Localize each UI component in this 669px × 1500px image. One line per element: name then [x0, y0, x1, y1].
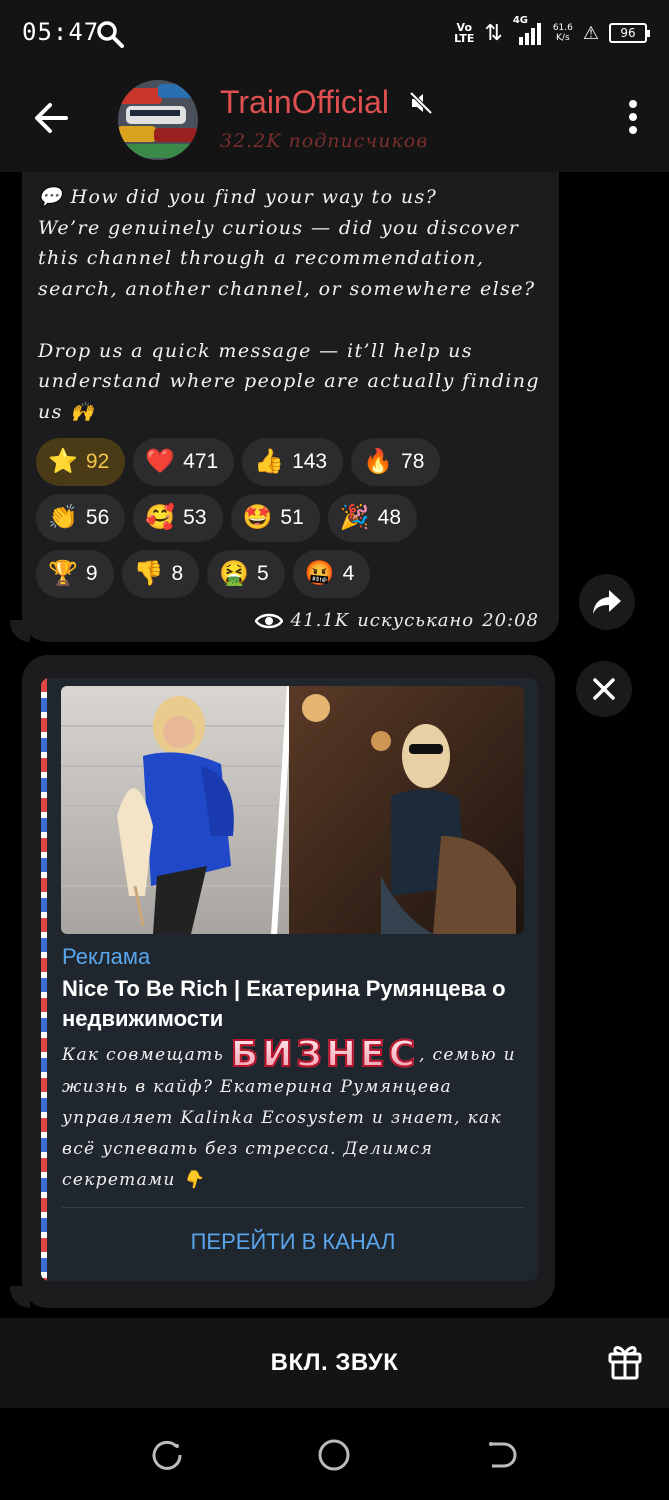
- search-icon: [97, 21, 124, 48]
- chat-header: TrainOfficial 32.2K подписчиков: [0, 66, 669, 172]
- subscriber-count: 32.2K подписчиков: [220, 130, 429, 152]
- gift-icon[interactable]: [607, 1342, 643, 1380]
- close-icon: [593, 678, 615, 700]
- airmail-stripe: [41, 678, 47, 1281]
- reaction-fire[interactable]: 🔥 78: [351, 438, 441, 486]
- reaction-count: 5: [257, 562, 269, 585]
- fire-icon: 🔥: [363, 448, 394, 475]
- speaker-muted-icon: [409, 91, 433, 115]
- volte-indicator: Vo LTE: [454, 21, 475, 45]
- star-icon: ⭐: [48, 448, 78, 475]
- reaction-cursing[interactable]: 🤬 4: [292, 550, 371, 598]
- post-time: 20:08: [482, 610, 539, 631]
- battery-icon: 96: [609, 23, 650, 43]
- eye-icon: [254, 613, 283, 628]
- reaction-count: 4: [342, 562, 355, 585]
- channel-title[interactable]: TrainOfficial: [220, 84, 389, 121]
- cursing-face-icon: 🤬: [304, 560, 335, 587]
- vomiting-face-icon: 🤮: [219, 560, 250, 587]
- ad-photo-collage: [61, 686, 524, 934]
- train-collage-image: [118, 80, 198, 160]
- reaction-count: 53: [183, 506, 207, 529]
- ad-body: Как совмещать БИЗНЕС, семью и жизнь в ка…: [62, 1034, 516, 1191]
- reaction-heart[interactable]: ❤️ 471: [133, 438, 235, 486]
- channel-post[interactable]: 💬 How did you find your way to us? We’re…: [22, 172, 559, 642]
- reaction-trophy[interactable]: 🏆 9: [36, 550, 114, 598]
- alert-icon: ⚠: [582, 22, 599, 44]
- reactions-row: ⭐ 92 ❤️ 471 👍 143 🔥 78: [36, 438, 556, 486]
- reaction-count: 9: [85, 562, 98, 585]
- arrow-left-icon: [35, 103, 68, 133]
- bottom-bar: ВКЛ. ЗВУК: [0, 1318, 669, 1408]
- reaction-count: 8: [171, 562, 184, 585]
- reaction-clap[interactable]: 👏 56: [36, 494, 126, 542]
- status-bar: 05:47 Vo LTE ⇅ 4G 61.6 K/s ⚠ 96: [0, 0, 669, 66]
- open-channel-button[interactable]: ПЕРЕЙТИ В КАНАЛ: [62, 1208, 524, 1276]
- sponsored-card[interactable]: Реклама Nice To Be Rich | Екатерина Румя…: [41, 678, 538, 1281]
- view-count: 41.1K: [290, 610, 350, 631]
- reaction-star-struck[interactable]: 🤩 51: [230, 494, 320, 542]
- more-options-button[interactable]: [627, 100, 639, 140]
- thumbs-up-icon: 👍: [254, 448, 285, 475]
- reactions-row: 🏆 9 👎 8 🤮 5 🤬 4: [36, 550, 556, 598]
- unmute-button[interactable]: ВКЛ. ЗВУК: [0, 1318, 669, 1408]
- share-icon: [593, 590, 621, 614]
- reaction-thumbs-down[interactable]: 👎 8: [121, 550, 200, 598]
- heart-icon: ❤️: [145, 448, 176, 475]
- reaction-count: 51: [280, 506, 304, 529]
- reaction-count: 471: [183, 450, 219, 473]
- post-meta: 41.1K искуськано 20:08: [254, 610, 539, 631]
- sponsored-label: Реклама: [62, 944, 151, 969]
- clapping-hands-icon: 👏: [48, 504, 78, 531]
- signal-icon: 4G: [513, 15, 543, 45]
- reaction-count: 48: [377, 506, 401, 529]
- more-vertical-icon: [627, 100, 639, 134]
- status-time: 05:47: [22, 18, 100, 46]
- post-text: 💬 How did you find your way to us? We’re…: [38, 186, 540, 423]
- highlighted-word: БИЗНЕС: [230, 1034, 420, 1075]
- network-speed: 61.6 K/s: [552, 23, 573, 43]
- reaction-vomit[interactable]: 🤮 5: [207, 550, 285, 598]
- ad-title: Nice To Be Rich | Екатерина Румянцева о …: [62, 976, 506, 1031]
- edited-label: искуськано: [357, 610, 475, 631]
- reaction-count: 92: [85, 450, 110, 473]
- recent-apps-icon[interactable]: [150, 1438, 184, 1472]
- close-ad-button[interactable]: [576, 661, 632, 717]
- reactions-panel: ⭐ 92 ❤️ 471 👍 143 🔥 78 👏 56 🥰 53 🤩 51 🎉 48 🏆 9 👎 8…: [36, 438, 556, 606]
- reaction-smiling-hearts[interactable]: 🥰 53: [133, 494, 223, 542]
- home-icon[interactable]: [317, 1438, 351, 1472]
- reaction-count: 56: [85, 506, 110, 529]
- back-button[interactable]: [30, 96, 74, 140]
- forward-button[interactable]: [579, 574, 635, 630]
- reaction-party[interactable]: 🎉 48: [327, 494, 417, 542]
- ad-image[interactable]: [61, 686, 524, 934]
- reaction-thumbs-up[interactable]: 👍 143: [242, 438, 344, 486]
- reaction-count: 143: [292, 450, 328, 473]
- trophy-icon: 🏆: [48, 560, 78, 587]
- reaction-count: 78: [401, 450, 425, 473]
- back-nav-icon[interactable]: [484, 1438, 518, 1472]
- system-navigation-bar: [0, 1408, 669, 1500]
- party-popper-icon: 🎉: [339, 504, 370, 531]
- reaction-star[interactable]: ⭐ 92: [36, 438, 126, 486]
- thumbs-down-icon: 👎: [133, 560, 164, 587]
- smiling-face-hearts-icon: 🥰: [145, 504, 176, 531]
- star-struck-icon: 🤩: [242, 504, 273, 531]
- data-transfer-icon: ⇅: [484, 20, 503, 46]
- status-indicators: Vo LTE ⇅ 4G 61.6 K/s ⚠ 96: [454, 15, 650, 50]
- channel-avatar[interactable]: [118, 80, 198, 160]
- reactions-row: 👏 56 🥰 53 🤩 51 🎉 48: [36, 494, 556, 542]
